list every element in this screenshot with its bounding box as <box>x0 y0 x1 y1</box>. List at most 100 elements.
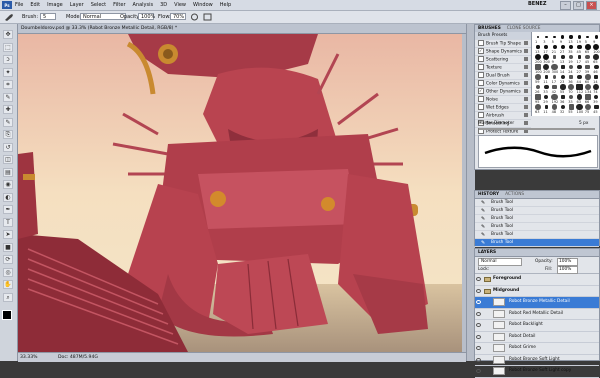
marquee-icon[interactable]: ⬚ <box>3 42 13 52</box>
brush-tip-preset[interactable] <box>594 75 598 79</box>
brush-option-checkbox[interactable] <box>478 96 484 102</box>
brush-tool-icon[interactable] <box>4 13 14 21</box>
brush-option-row[interactable]: ✓ Other Dynamics <box>475 88 531 96</box>
eraser-icon[interactable]: ◫ <box>3 155 13 164</box>
brush-tip-preset[interactable] <box>535 84 541 90</box>
eye-icon[interactable] <box>476 277 481 281</box>
brush-tip-preset[interactable] <box>561 55 565 59</box>
zoom-level[interactable]: 33.33% <box>20 355 38 360</box>
menu-analysis[interactable]: Analysis <box>133 2 154 8</box>
lock-icon[interactable] <box>524 97 528 101</box>
brush-tip-preset[interactable] <box>576 94 583 100</box>
layer-group-row[interactable]: Foreground <box>475 274 599 286</box>
brush-tip-preset[interactable] <box>536 45 540 49</box>
brush-tip-preset[interactable] <box>569 55 574 59</box>
brush-tip-preset[interactable] <box>560 94 566 100</box>
brush-presets-button[interactable]: Brush Presets <box>475 32 531 40</box>
tab-clone-source[interactable]: CLONE SOURCE <box>504 26 544 31</box>
minimize-button[interactable]: – <box>560 1 571 10</box>
tablet-pressure-icon[interactable] <box>203 13 212 21</box>
brush-option-checkbox[interactable] <box>478 104 484 110</box>
crop-icon[interactable]: ⌗ <box>3 80 13 89</box>
brush-tip-preset[interactable] <box>593 84 600 90</box>
brush-tip-preset[interactable] <box>561 65 565 69</box>
lock-icon[interactable] <box>524 49 528 53</box>
brush-tip-preset[interactable] <box>544 84 549 90</box>
brush-tip-preset[interactable] <box>568 74 574 80</box>
opacity-input[interactable]: 100% <box>138 13 155 20</box>
pen-icon[interactable]: ✒ <box>3 205 13 214</box>
brush-tip-preset[interactable] <box>560 75 565 79</box>
foreground-color-swatch[interactable] <box>2 310 12 320</box>
zoom-icon[interactable]: ⌕ <box>3 292 13 302</box>
move-icon[interactable]: ✥ <box>3 30 13 39</box>
flow-input[interactable]: 70% <box>170 13 186 20</box>
brush-tip-preset[interactable] <box>536 35 540 39</box>
lock-icon[interactable] <box>524 89 528 93</box>
brush-tip-preset[interactable] <box>535 104 541 110</box>
brush-tip-preset[interactable] <box>569 64 574 70</box>
layer-row[interactable]: Robot Detail <box>475 332 599 343</box>
gradient-icon[interactable]: ▤ <box>3 167 13 177</box>
brush-option-checkbox[interactable] <box>478 72 484 78</box>
brush-option-checkbox[interactable]: ✓ <box>478 48 484 54</box>
brush-option-checkbox[interactable] <box>478 56 484 62</box>
brush-tip-preset[interactable] <box>577 64 582 70</box>
brush-option-row[interactable]: Wet Edges <box>475 104 531 112</box>
brush-tip-preset[interactable] <box>568 84 575 90</box>
brush-option-checkbox[interactable] <box>478 40 484 46</box>
history-state[interactable]: ✎ Brush Tool <box>475 239 599 247</box>
document-canvas[interactable] <box>18 34 466 352</box>
eye-icon[interactable] <box>476 300 481 304</box>
brush-tip-preset[interactable] <box>552 104 558 110</box>
layer-row[interactable]: Robot Grime <box>475 343 599 355</box>
eye-icon[interactable] <box>476 288 481 293</box>
menu-image[interactable]: Image <box>47 2 63 8</box>
brush-tip-preset[interactable] <box>577 44 582 50</box>
lasso-icon[interactable]: ↄ <box>3 55 13 64</box>
master-diameter-slider[interactable] <box>479 128 595 130</box>
brush-tip-preset[interactable] <box>568 104 574 110</box>
wand-icon[interactable]: ✦ <box>3 67 13 77</box>
path-select-icon[interactable]: ➤ <box>3 230 13 239</box>
menu-help[interactable]: Help <box>220 2 231 8</box>
healing-icon[interactable]: ✚ <box>3 105 13 114</box>
workspace-name[interactable]: BENEZ <box>528 1 546 7</box>
stamp-icon[interactable]: ⎘ <box>3 130 13 139</box>
brush-tip-preset[interactable] <box>584 94 591 100</box>
brush-option-row[interactable]: Brush Tip Shape <box>475 40 531 48</box>
eye-icon[interactable] <box>476 311 481 316</box>
menu-file[interactable]: File <box>15 2 23 8</box>
maximize-button[interactable]: □ <box>573 1 584 10</box>
brush-tip-preset[interactable] <box>568 44 574 50</box>
brush-option-row[interactable]: Airbrush <box>475 112 531 120</box>
brush-tip-preset[interactable] <box>584 44 591 50</box>
layer-row[interactable]: Robot Bronze Soft Light copy <box>475 366 599 378</box>
brush-option-row[interactable]: ✓ Shape Dynamics <box>475 48 531 56</box>
eyedropper-icon[interactable]: ✎ <box>3 92 13 102</box>
brush-tip-preset[interactable] <box>560 44 565 50</box>
eye-icon[interactable] <box>476 369 481 373</box>
history-state[interactable]: ✎ Brush Tool <box>475 231 599 239</box>
blur-icon[interactable]: ◉ <box>3 180 13 189</box>
menu-view[interactable]: View <box>174 2 186 8</box>
close-button[interactable]: × <box>586 1 597 10</box>
brush-tip-preset[interactable] <box>593 64 599 70</box>
lock-icon[interactable] <box>524 105 528 109</box>
document-tab[interactable]: Doumbeldorov.psd @ 33.3% (Robot Bronze M… <box>18 24 466 34</box>
brush-tip-preset[interactable] <box>584 104 591 110</box>
brush-option-checkbox[interactable] <box>478 112 484 118</box>
lock-icon[interactable] <box>524 81 528 85</box>
lock-icon[interactable] <box>524 113 528 117</box>
type-icon[interactable]: T <box>3 217 13 227</box>
brush-option-checkbox[interactable] <box>478 64 484 70</box>
menu-layer[interactable]: Layer <box>70 2 84 8</box>
menu-3d[interactable]: 3D <box>160 2 167 8</box>
3d-rotate-icon[interactable]: ⟳ <box>3 255 13 264</box>
airbrush-icon[interactable] <box>190 13 199 21</box>
brush-option-row[interactable]: Dual Brush <box>475 72 531 80</box>
layer-row[interactable]: Robot Bronze Metallic Detail <box>475 297 599 309</box>
eye-icon[interactable] <box>476 346 481 350</box>
lock-icon[interactable] <box>524 121 528 125</box>
brush-tip-preset[interactable] <box>545 35 548 39</box>
